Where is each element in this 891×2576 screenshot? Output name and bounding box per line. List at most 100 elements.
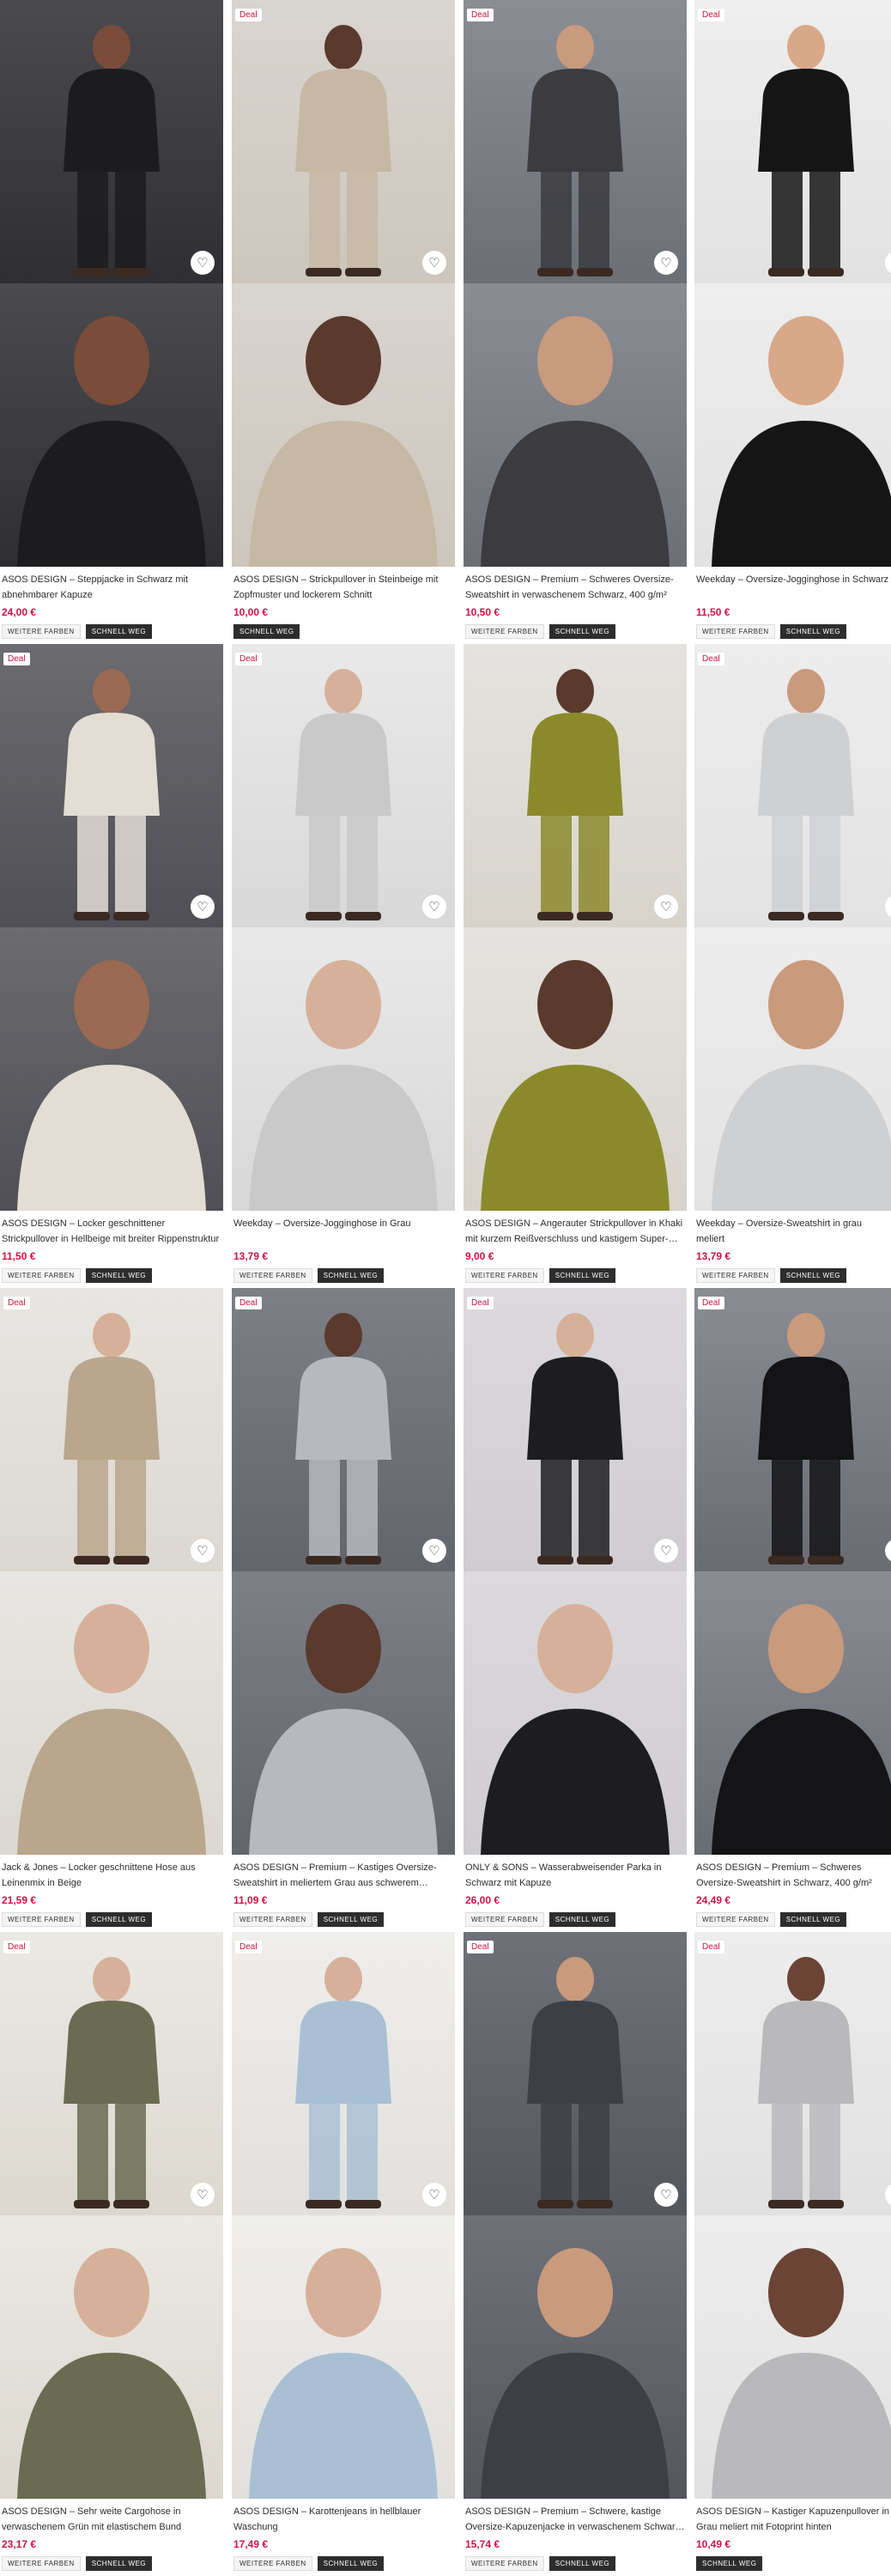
product-tags: WEITERE FARBEN SCHNELL WEG (2, 624, 221, 639)
product-photo (694, 283, 891, 567)
product-image[interactable]: Deal♡ (694, 1932, 891, 2215)
product-price: 10,49 € (696, 2538, 731, 2550)
deal-badge: Deal (467, 9, 494, 21)
more-colours-badge: WEITERE FARBEN (233, 1268, 312, 1283)
product-title[interactable]: Weekday – Oversize-Sweatshirt in grau me… (696, 1216, 889, 1247)
heart-icon[interactable]: ♡ (191, 2183, 215, 2207)
product-card[interactable]: ♡ ASOS DESIGN – Angerauter Strickpullover… (464, 644, 687, 1283)
product-image-alt[interactable] (464, 927, 687, 1211)
product-title[interactable]: ASOS DESIGN – Angerauter Strickpullover … (465, 1216, 685, 1247)
product-photo (232, 644, 455, 927)
product-image-alt[interactable] (694, 2215, 891, 2499)
product-image[interactable]: Deal♡ (464, 1288, 687, 1571)
product-image-alt[interactable] (464, 283, 687, 567)
product-title[interactable]: ASOS DESIGN – Premium – Schweres Oversiz… (696, 1860, 889, 1891)
more-colours-badge: WEITERE FARBEN (465, 1912, 544, 1927)
product-title[interactable]: ASOS DESIGN – Premium – Schweres Oversiz… (465, 572, 685, 603)
product-image-alt[interactable] (232, 1571, 455, 1855)
product-image-alt[interactable] (0, 2215, 223, 2499)
product-card[interactable]: Deal♡ ASOS DESIGN – Kastiger Kapuzenpullo… (694, 1932, 891, 2571)
product-image-alt[interactable] (694, 1571, 891, 1855)
more-colours-badge: WEITERE FARBEN (233, 2556, 312, 2571)
product-title[interactable]: ASOS DESIGN – Sehr weite Cargohose in ve… (2, 2504, 221, 2535)
product-image-alt[interactable] (0, 1571, 223, 1855)
more-colours-badge: WEITERE FARBEN (2, 1912, 81, 1927)
heart-icon[interactable]: ♡ (422, 895, 446, 919)
product-tags: SCHNELL WEG (233, 624, 453, 639)
heart-icon[interactable]: ♡ (654, 895, 678, 919)
product-image[interactable]: Deal♡ (0, 644, 223, 927)
product-photo (464, 1571, 687, 1855)
product-image[interactable]: Deal ♡ (0, 1288, 223, 1571)
product-image[interactable]: Deal♡ (694, 644, 891, 927)
product-tags: WEITERE FARBEN SCHNELL WEG (696, 1912, 889, 1927)
product-image[interactable]: Deal ♡ (464, 0, 687, 283)
product-image[interactable]: Deal♡ (0, 1932, 223, 2215)
product-image[interactable]: ♡ (0, 0, 223, 283)
product-image[interactable]: Deal♡ (694, 0, 891, 283)
product-photo (464, 283, 687, 567)
product-card[interactable]: Deal ♡ ONLY & SONS – Wasserabweisender Par… (464, 1288, 687, 1927)
product-card[interactable]: Deal ♡ ASOS DESIGN – Premium – Kastiges Ov… (232, 1288, 455, 1927)
product-card[interactable]: Deal ♡ ASOS DESIGN – Karottenjeans in hell… (232, 1932, 455, 2571)
product-image-alt[interactable] (232, 2215, 455, 2499)
product-image[interactable]: Deal♡ (232, 1288, 455, 1571)
product-image[interactable]: Deal♡ (694, 1288, 891, 1571)
heart-icon[interactable]: ♡ (654, 251, 678, 275)
product-card[interactable]: Deal♡ ASOS DESIGN – Premium – Schweres Ov… (694, 1288, 891, 1927)
product-card[interactable]: Deal ♡ Weekday – Oversize-Jogginghose in G… (232, 644, 455, 1283)
product-card[interactable]: Deal ♡ Jack & Jones – Locker geschnittene … (0, 1288, 223, 1927)
product-card[interactable]: Deal♡ Weekday – Oversize-Jogginghose in S… (694, 0, 891, 639)
product-image-alt[interactable] (694, 927, 891, 1211)
product-image-alt[interactable] (0, 927, 223, 1211)
product-image-alt[interactable] (232, 927, 455, 1211)
product-card[interactable]: Deal ♡ ASOS DESIGN – Locker geschnittener … (0, 644, 223, 1283)
product-title[interactable]: Weekday – Oversize-Jogginghose in Grau (233, 1216, 453, 1247)
product-card[interactable]: ♡ ASOS DESIGN – Steppjacke in Schwarz mit… (0, 0, 223, 639)
product-card[interactable]: Deal ♡ ASOS DESIGN – Premium – Schweres Ov… (464, 0, 687, 639)
product-card[interactable]: Deal ♡ ASOS DESIGN – Premium – Schwere, ka… (464, 1932, 687, 2571)
product-photo (0, 2215, 223, 2499)
product-photo (694, 927, 891, 1211)
product-image[interactable]: Deal ♡ (232, 1932, 455, 2215)
product-image-alt[interactable] (464, 2215, 687, 2499)
heart-icon[interactable]: ♡ (654, 1539, 678, 1563)
product-grid: ♡ ASOS DESIGN – Steppjacke in Schwarz mit… (0, 0, 891, 2576)
product-card[interactable]: Deal ♡ ASOS DESIGN – Sehr weite Cargohose … (0, 1932, 223, 2571)
product-image[interactable]: Deal♡ (232, 644, 455, 927)
product-image-alt[interactable] (232, 283, 455, 567)
product-title[interactable]: ASOS DESIGN – Premium – Kastiges Oversiz… (233, 1860, 453, 1891)
product-tags: SCHNELL WEG (696, 2556, 889, 2571)
product-card[interactable]: Deal♡ Weekday – Oversize-Sweatshirt in gr… (694, 644, 891, 1283)
product-image[interactable]: Deal♡ (232, 0, 455, 283)
product-title[interactable]: ASOS DESIGN – Karottenjeans in hellblaue… (233, 2504, 453, 2535)
heart-icon[interactable]: ♡ (422, 251, 446, 275)
product-title[interactable]: ASOS DESIGN – Steppjacke in Schwarz mit … (2, 572, 221, 603)
heart-icon[interactable]: ♡ (191, 251, 215, 275)
product-title[interactable]: ASOS DESIGN – Locker geschnittener Stric… (2, 1216, 221, 1247)
product-image-alt[interactable] (694, 283, 891, 567)
product-card[interactable]: Deal ♡ ASOS DESIGN – Strickpullover in Ste… (232, 0, 455, 639)
product-title[interactable]: ASOS DESIGN – Strickpullover in Steinbei… (233, 572, 453, 603)
product-title[interactable]: Weekday – Oversize-Jogginghose in Schwar… (696, 572, 889, 603)
more-colours-badge: WEITERE FARBEN (2, 624, 81, 639)
product-title[interactable]: ASOS DESIGN – Kastiger Kapuzenpullover i… (696, 2504, 889, 2535)
more-colours-badge: WEITERE FARBEN (465, 624, 544, 639)
product-title[interactable]: Jack & Jones – Locker geschnittene Hose … (2, 1860, 221, 1891)
product-title[interactable]: ASOS DESIGN – Premium – Schwere, kastige… (465, 2504, 685, 2535)
deal-badge: Deal (3, 1297, 30, 1309)
heart-icon[interactable]: ♡ (422, 2183, 446, 2207)
product-image[interactable]: Deal♡ (464, 1932, 687, 2215)
product-price: 13,79 € (696, 1250, 731, 1262)
deal-badge: Deal (698, 9, 724, 21)
product-image-alt[interactable] (464, 1571, 687, 1855)
heart-icon[interactable]: ♡ (654, 2183, 678, 2207)
product-image-alt[interactable] (0, 283, 223, 567)
heart-icon[interactable]: ♡ (422, 1539, 446, 1563)
heart-icon[interactable]: ♡ (191, 895, 215, 919)
more-colours-badge: WEITERE FARBEN (2, 1268, 81, 1283)
product-image[interactable]: ♡ (464, 644, 687, 927)
heart-icon[interactable]: ♡ (191, 1539, 215, 1563)
product-title[interactable]: ONLY & SONS – Wasserabweisender Parka in… (465, 1860, 685, 1891)
deal-badge: Deal (235, 1941, 262, 1953)
